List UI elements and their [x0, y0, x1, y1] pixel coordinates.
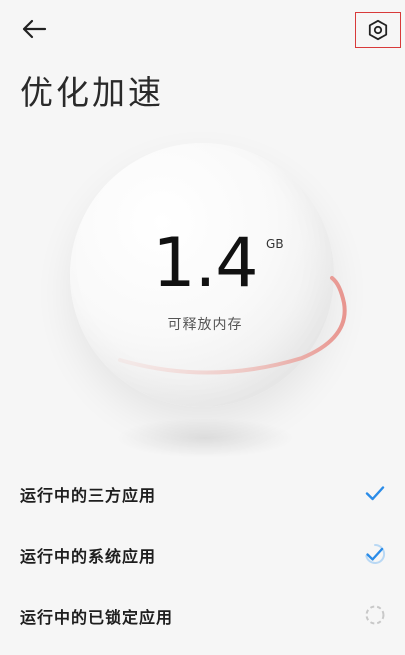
back-button[interactable] [14, 12, 54, 46]
option-label: 运行中的系统应用 [20, 547, 157, 566]
checkmark-icon[interactable] [362, 480, 388, 506]
memory-label: 可释放内存 [167, 317, 243, 333]
option-locked-apps[interactable]: 运行中的已锁定应用 [0, 584, 405, 645]
option-third-party-apps[interactable]: 运行中的三方应用 [0, 462, 405, 523]
memory-unit: GB [266, 237, 284, 251]
settings-button[interactable] [355, 12, 401, 48]
loading-spinner-icon[interactable] [362, 602, 388, 628]
memory-value: 1.4 GB [40, 230, 370, 298]
option-system-apps[interactable]: 运行中的系统应用 [0, 523, 405, 584]
cleanup-options-list: 运行中的三方应用 运行中的系统应用 运行中的已锁定应用 [0, 462, 405, 645]
memory-number: 1.4 [152, 224, 258, 303]
page-title: 优化加速 [20, 73, 164, 112]
memory-sphere: 1.4 GB 可释放内存 [40, 128, 370, 468]
option-label: 运行中的已锁定应用 [20, 608, 174, 627]
hexagon-settings-icon [368, 19, 388, 41]
partial-check-icon[interactable] [362, 541, 388, 567]
back-arrow-icon [22, 19, 47, 39]
option-label: 运行中的三方应用 [20, 486, 157, 505]
top-bar [0, 0, 405, 60]
